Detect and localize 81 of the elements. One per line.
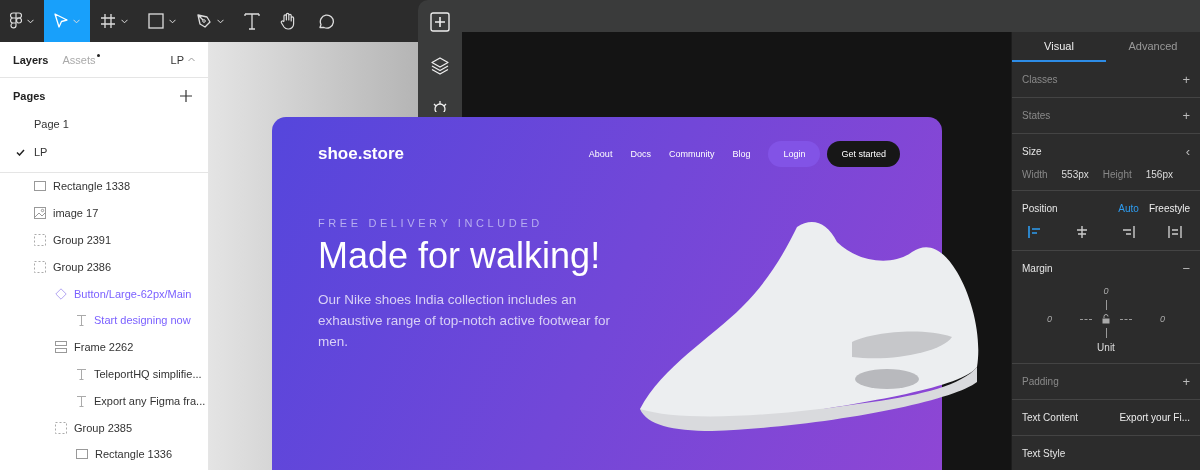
- section-title: Margin: [1022, 263, 1053, 274]
- align-right-icon[interactable]: [1121, 226, 1136, 238]
- align-left-icon[interactable]: [1028, 226, 1042, 238]
- field-value[interactable]: 553px: [1061, 169, 1089, 180]
- comment-icon: [316, 12, 334, 30]
- headline: Made for walking!: [318, 235, 602, 277]
- unit-label[interactable]: Unit: [1097, 342, 1115, 353]
- section-toggle[interactable]: −: [1182, 261, 1190, 276]
- caret-icon: [121, 18, 128, 24]
- layer-item[interactable]: Rectangle 1338: [0, 173, 208, 200]
- hash-icon: [100, 13, 116, 29]
- layer-item[interactable]: Start designing now: [0, 307, 208, 334]
- caret-icon: [27, 18, 34, 24]
- section-title: Size: [1022, 146, 1042, 157]
- lock-icon[interactable]: [1102, 314, 1110, 324]
- section-title: Text Style: [1022, 448, 1066, 459]
- section-title: Text Content: [1022, 412, 1079, 423]
- field-value[interactable]: 156px: [1145, 169, 1173, 180]
- nav-link[interactable]: Docs: [630, 149, 651, 159]
- align-stretch-icon[interactable]: [1167, 226, 1182, 238]
- layer-item[interactable]: image 17: [0, 199, 208, 227]
- nav-link[interactable]: About: [588, 149, 613, 159]
- diamond-icon: [55, 287, 67, 300]
- add-icon[interactable]: [180, 90, 192, 102]
- pen-icon: [196, 13, 212, 29]
- margin-top-value[interactable]: 0: [1103, 286, 1109, 296]
- dashed-square-icon: [34, 234, 46, 246]
- cursor-icon: [54, 13, 68, 29]
- margin-right-value[interactable]: 0: [1160, 314, 1165, 324]
- caret-icon: [73, 18, 80, 24]
- figma-logo-icon: [10, 12, 22, 30]
- nav-link[interactable]: Blog: [732, 149, 751, 159]
- dashed-square-icon: [34, 260, 46, 273]
- eyebrow-text: FREE DELIVERY INCLUDED: [318, 217, 544, 229]
- panel-tab[interactable]: Layers: [13, 53, 49, 66]
- brand-logo[interactable]: shoe.store: [318, 144, 404, 164]
- section-title: States: [1022, 110, 1051, 121]
- layers-icon[interactable]: [430, 56, 450, 76]
- page-item[interactable]: LP: [0, 138, 208, 166]
- layer-item[interactable]: Group 2391: [0, 226, 208, 254]
- text-icon: [76, 314, 87, 327]
- dashed-square-icon: [55, 421, 67, 434]
- caret-icon: [169, 18, 176, 24]
- caret-icon: [217, 18, 224, 24]
- layer-item[interactable]: Group 2386: [0, 253, 208, 281]
- text-content-value[interactable]: Export your Fi...: [1119, 412, 1190, 423]
- get-started-button[interactable]: Get started: [827, 141, 900, 167]
- section-heading: Pages: [13, 90, 46, 102]
- text-icon: [76, 367, 87, 380]
- inspector-tab[interactable]: Advanced: [1106, 32, 1200, 62]
- section-title: Classes: [1022, 74, 1058, 85]
- section-toggle[interactable]: ‹: [1185, 144, 1190, 159]
- position-option[interactable]: Freestyle: [1148, 203, 1190, 214]
- layer-item[interactable]: Rectangle 1336: [0, 440, 208, 468]
- chevron-up-icon: [188, 57, 195, 62]
- layer-item[interactable]: Group 2385: [0, 414, 208, 441]
- align-center-icon[interactable]: [1074, 226, 1089, 238]
- hand-icon: [280, 12, 296, 30]
- image-icon: [34, 207, 46, 220]
- layer-item[interactable]: Frame 2262: [0, 333, 208, 361]
- field-label: Width: [1022, 169, 1048, 180]
- page-item[interactable]: Page 1: [0, 110, 208, 138]
- layer-item[interactable]: Export any Figma fra...: [0, 387, 208, 415]
- position-option[interactable]: Auto: [1118, 203, 1139, 214]
- margin-left-value[interactable]: 0: [1047, 314, 1052, 324]
- section-title: Padding: [1022, 376, 1059, 387]
- nav-link[interactable]: Community: [668, 149, 715, 159]
- rectangle-icon: [34, 181, 46, 192]
- login-button[interactable]: Login: [768, 141, 821, 167]
- text-icon: [76, 394, 87, 407]
- stack-icon: [55, 341, 67, 354]
- inspector-tab[interactable]: Visual: [1012, 32, 1106, 62]
- field-label: Height: [1102, 169, 1132, 180]
- section-title: Position: [1022, 203, 1058, 214]
- layer-item[interactable]: TeleportHQ simplifie...: [0, 360, 208, 388]
- layer-item[interactable]: Button/Large-62px/Main: [0, 280, 208, 307]
- page-switcher[interactable]: LP: [170, 53, 195, 66]
- rectangle-tool-icon: [148, 13, 164, 29]
- body-text: Our Nike shoes India collection includes an exhaustive range of top-notch active footwear for men.: [318, 291, 611, 351]
- rectangle-icon: [76, 449, 88, 460]
- text-tool-icon: [244, 12, 260, 30]
